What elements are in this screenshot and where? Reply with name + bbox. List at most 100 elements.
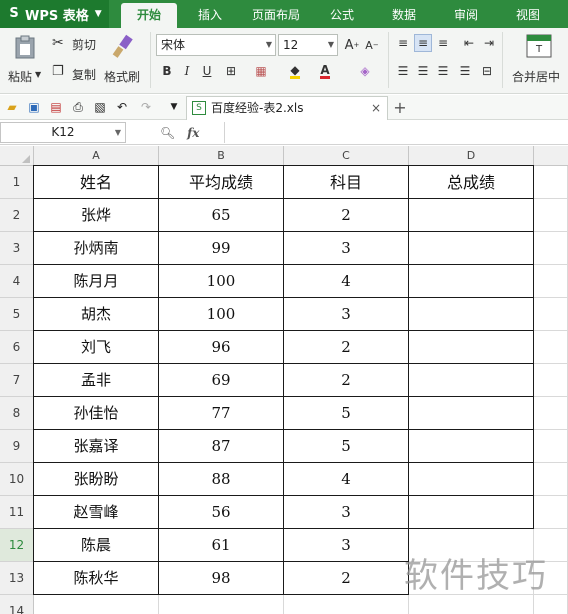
- column-header-e[interactable]: [534, 146, 568, 166]
- close-icon[interactable]: ×: [371, 97, 381, 119]
- align-top-icon[interactable]: ≡: [394, 34, 412, 52]
- cell[interactable]: 2: [284, 331, 409, 364]
- cell[interactable]: [534, 595, 568, 614]
- column-header-a[interactable]: A: [34, 146, 159, 166]
- tab-formulas[interactable]: 公式: [320, 0, 364, 28]
- cell[interactable]: [534, 298, 568, 331]
- cell[interactable]: 100: [159, 265, 284, 298]
- undo-icon[interactable]: ↶: [114, 99, 130, 115]
- column-header-b[interactable]: B: [159, 146, 284, 166]
- header-cell[interactable]: 平均成绩: [159, 166, 284, 199]
- chevron-down-icon[interactable]: ▼: [166, 99, 182, 115]
- fill-color-icon[interactable]: ◆: [286, 62, 304, 80]
- cell[interactable]: [534, 265, 568, 298]
- justify-icon[interactable]: ☰: [456, 62, 474, 80]
- cell[interactable]: 5: [284, 397, 409, 430]
- cell[interactable]: 5: [284, 430, 409, 463]
- font-color-icon[interactable]: A: [316, 62, 334, 80]
- align-left-icon[interactable]: ☰: [394, 62, 412, 80]
- insert-function-button[interactable]: fx: [187, 126, 199, 140]
- align-bottom-icon[interactable]: ≡: [434, 34, 452, 52]
- row-header[interactable]: 12: [0, 529, 34, 562]
- cell[interactable]: 4: [284, 265, 409, 298]
- row-header[interactable]: 8: [0, 397, 34, 430]
- copy-button[interactable]: ❐ 复制: [52, 64, 104, 84]
- cell[interactable]: 61: [159, 529, 284, 562]
- cell[interactable]: 张嘉译: [34, 430, 159, 463]
- print-icon[interactable]: ⎙: [70, 99, 86, 115]
- cell[interactable]: 孙佳怡: [34, 397, 159, 430]
- cell[interactable]: [534, 397, 568, 430]
- cell[interactable]: 65: [159, 199, 284, 232]
- tab-data[interactable]: 数据: [382, 0, 426, 28]
- italic-icon[interactable]: I: [178, 62, 196, 80]
- tab-home[interactable]: 开始: [121, 3, 177, 28]
- cell[interactable]: 张烨: [34, 199, 159, 232]
- cell[interactable]: 96: [159, 331, 284, 364]
- row-header[interactable]: 10: [0, 463, 34, 496]
- align-right-icon[interactable]: ☰: [434, 62, 452, 80]
- format-painter-button[interactable]: 格式刷: [102, 32, 144, 88]
- export-pdf-icon[interactable]: ▤: [48, 99, 64, 115]
- font-name-select[interactable]: 宋体 ▼: [156, 34, 276, 56]
- cell[interactable]: 3: [284, 496, 409, 529]
- cell[interactable]: 刘飞: [34, 331, 159, 364]
- row-header[interactable]: 2: [0, 199, 34, 232]
- header-cell[interactable]: 姓名: [34, 166, 159, 199]
- app-menu-button[interactable]: S WPS 表格 ▼: [0, 0, 109, 28]
- row-header[interactable]: 3: [0, 232, 34, 265]
- row-header[interactable]: 5: [0, 298, 34, 331]
- cell[interactable]: [534, 166, 568, 199]
- formula-input[interactable]: [224, 122, 568, 143]
- cell[interactable]: [409, 397, 534, 430]
- row-header[interactable]: 11: [0, 496, 34, 529]
- cell[interactable]: [284, 595, 409, 614]
- name-box[interactable]: K12 ▼: [0, 122, 126, 143]
- cell[interactable]: [534, 199, 568, 232]
- paste-button[interactable]: 粘贴 ▼: [6, 32, 46, 88]
- cell[interactable]: [409, 298, 534, 331]
- row-header[interactable]: 9: [0, 430, 34, 463]
- cell[interactable]: [409, 331, 534, 364]
- cell[interactable]: [409, 364, 534, 397]
- row-header[interactable]: 4: [0, 265, 34, 298]
- decrease-font-size-icon[interactable]: A −: [363, 36, 381, 54]
- cell[interactable]: 张盼盼: [34, 463, 159, 496]
- cell[interactable]: [534, 496, 568, 529]
- clear-format-icon[interactable]: ◈: [356, 62, 374, 80]
- tab-view[interactable]: 视图: [506, 0, 550, 28]
- cell[interactable]: [409, 232, 534, 265]
- cell[interactable]: 陈月月: [34, 265, 159, 298]
- increase-font-size-icon[interactable]: A +: [343, 36, 361, 54]
- new-tab-icon[interactable]: +: [392, 98, 408, 117]
- cell[interactable]: 4: [284, 463, 409, 496]
- cell[interactable]: [534, 463, 568, 496]
- cell[interactable]: [534, 232, 568, 265]
- save-icon[interactable]: ▣: [26, 99, 42, 115]
- increase-indent-icon[interactable]: ⇥: [480, 34, 498, 52]
- cell[interactable]: 陈秋华: [34, 562, 159, 595]
- cell[interactable]: 孟非: [34, 364, 159, 397]
- cell[interactable]: 3: [284, 232, 409, 265]
- cell[interactable]: [409, 430, 534, 463]
- cut-button[interactable]: ✂ 剪切: [52, 34, 104, 54]
- cell[interactable]: [409, 595, 534, 614]
- underline-icon[interactable]: U: [198, 62, 216, 80]
- column-header-d[interactable]: D: [409, 146, 534, 166]
- cell[interactable]: 77: [159, 397, 284, 430]
- decrease-indent-icon[interactable]: ⇤: [460, 34, 478, 52]
- row-header[interactable]: 7: [0, 364, 34, 397]
- cell[interactable]: [409, 199, 534, 232]
- zoom-formula-icon[interactable]: 🔍︎: [160, 126, 175, 140]
- cell[interactable]: 胡杰: [34, 298, 159, 331]
- row-header[interactable]: 13: [0, 562, 34, 595]
- redo-icon[interactable]: ↷: [138, 99, 154, 115]
- cell[interactable]: 69: [159, 364, 284, 397]
- cell[interactable]: 3: [284, 298, 409, 331]
- cell[interactable]: [159, 595, 284, 614]
- cell[interactable]: [534, 430, 568, 463]
- cell[interactable]: [409, 265, 534, 298]
- row-header[interactable]: 6: [0, 331, 34, 364]
- row-header[interactable]: 14: [0, 595, 34, 614]
- row-header[interactable]: 1: [0, 166, 34, 199]
